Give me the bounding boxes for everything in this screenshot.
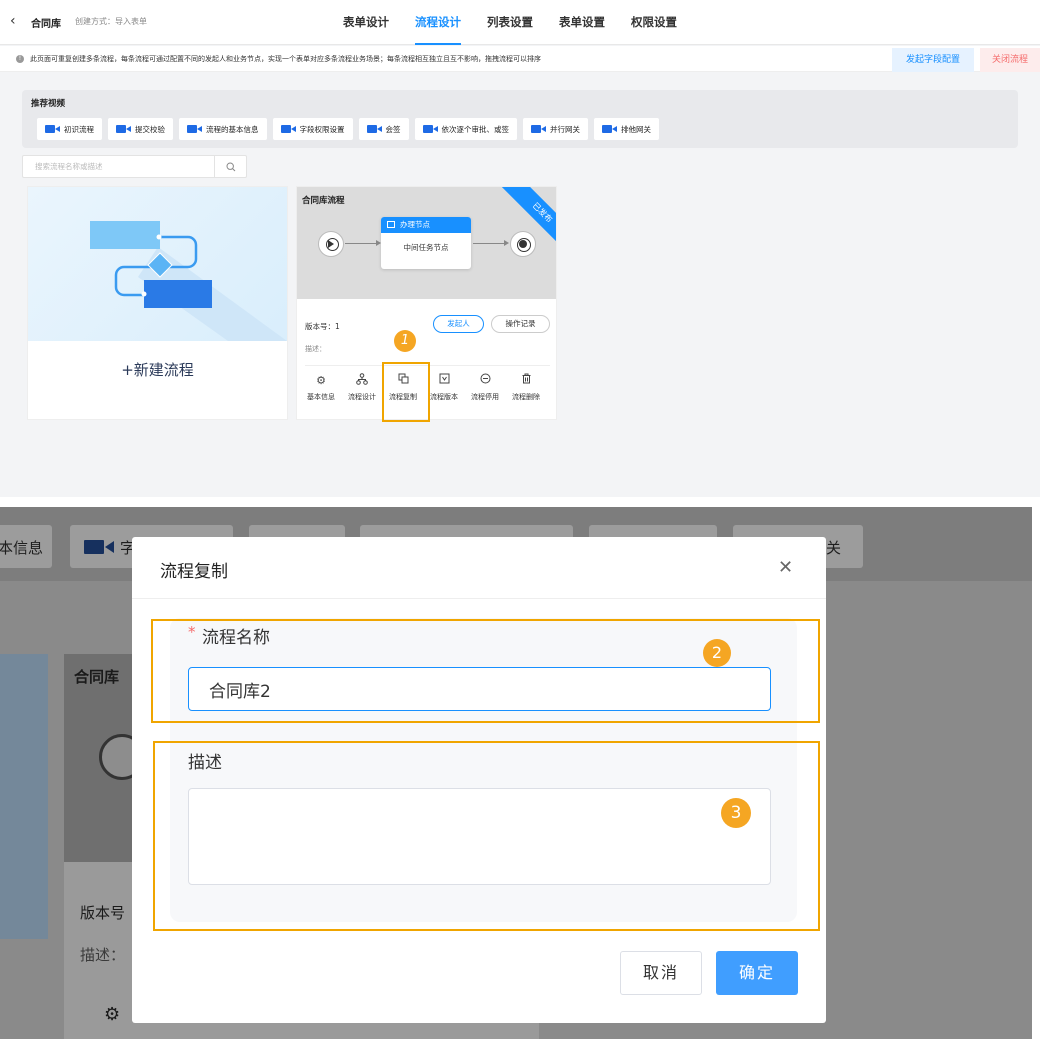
creation-method: 创建方式：导入表单 — [75, 17, 147, 26]
video-camera-icon — [45, 125, 60, 133]
annotation-box-description — [153, 741, 820, 931]
tab-bar: 表单设计 流程设计 列表设置 表单设置 权限设置 — [330, 0, 690, 45]
gear-icon: ⚙ — [104, 1004, 121, 1025]
video-camera-icon — [116, 125, 131, 133]
app-name: 合同库 — [31, 19, 61, 30]
dialog-title: 流程复制 — [160, 562, 228, 582]
divider — [132, 598, 826, 599]
flow-title: 合同库流程 — [302, 196, 345, 206]
annotation-badge-3: 3 — [721, 798, 751, 828]
action-label: 基本信息 — [307, 393, 335, 401]
task-node-body: 中间任务节点 — [403, 243, 449, 252]
video-label: 并行网关 — [550, 124, 580, 134]
tab-permission-settings[interactable]: 权限设置 — [618, 0, 690, 45]
video-list: 初识流程 提交校验 流程的基本信息 字段权限设置 会签 依次逐个审批、或签 并行… — [37, 118, 659, 140]
action-label: 流程版本 — [430, 393, 458, 401]
annotation-badge-2: 2 — [703, 639, 731, 667]
recommended-videos: 推荐视频 初识流程 提交校验 流程的基本信息 字段权限设置 会签 依次逐个审批、… — [22, 90, 1018, 148]
video-chip[interactable]: 流程的基本信息 — [179, 118, 267, 140]
search-icon[interactable] — [214, 156, 246, 177]
action-label: 流程设计 — [348, 393, 376, 401]
info-icon: ! — [16, 55, 24, 63]
video-camera-icon — [366, 125, 382, 133]
video-label: 字段权限设置 — [299, 124, 345, 134]
bg-chip-text: 本信息 — [0, 539, 44, 557]
video-label: 依次逐个审批、或签 — [441, 124, 510, 134]
action-basic-info[interactable]: ⚙ 基本信息 — [301, 373, 341, 402]
top-header: ‹ 合同库 创建方式：导入表单 表单设计 流程设计 列表设置 表单设置 权限设置 — [0, 0, 1040, 45]
chevron-left-icon[interactable]: ‹ — [10, 13, 16, 29]
tab-process-design[interactable]: 流程设计 — [402, 0, 474, 45]
flow-search — [22, 155, 247, 178]
cancel-button[interactable]: 取消 — [620, 951, 702, 995]
connector-line — [473, 243, 507, 244]
video-camera-icon — [280, 125, 296, 133]
version-icon — [424, 373, 464, 389]
video-label: 排他网关 — [621, 124, 651, 134]
annotation-box-copy — [382, 362, 430, 422]
bg-new-flow-card — [0, 654, 48, 939]
process-design-page: ‹ 合同库 创建方式：导入表单 表单设计 流程设计 列表设置 表单设置 权限设置… — [0, 0, 1040, 497]
video-chip[interactable]: 初识流程 — [37, 118, 102, 140]
video-label: 会签 — [385, 124, 401, 134]
new-flow-illustration — [28, 187, 287, 341]
video-camera-icon — [531, 125, 546, 133]
videos-title: 推荐视频 — [31, 99, 66, 109]
video-label: 流程的基本信息 — [206, 124, 259, 134]
flow-description: 描述： — [305, 345, 326, 353]
search-input[interactable] — [23, 156, 213, 177]
video-chip[interactable]: 排他网关 — [594, 118, 659, 140]
tab-form-settings[interactable]: 表单设置 — [546, 0, 618, 45]
action-flow-design[interactable]: 流程设计 — [342, 373, 382, 402]
annotation-badge-1: 1 — [394, 330, 416, 352]
new-flow-label: +新建流程 — [121, 361, 194, 379]
action-label: 流程停用 — [471, 393, 499, 401]
bg-description: 描述： — [80, 946, 126, 964]
close-flow-button[interactable]: 关闭流程 — [980, 48, 1040, 72]
flow-version: 版本号：1 — [305, 322, 340, 331]
bg-card-title: 合同库 — [74, 668, 120, 686]
action-flow-disable[interactable]: 流程停用 — [465, 373, 505, 402]
video-camera-icon — [84, 539, 114, 555]
end-dot-icon — [519, 240, 527, 248]
node-type-icon — [387, 221, 395, 228]
close-icon[interactable]: ✕ — [778, 557, 793, 578]
trash-icon — [506, 373, 546, 389]
task-node-header: 办理节点 — [381, 217, 471, 233]
connector-line — [345, 243, 379, 244]
video-label: 初识流程 — [64, 124, 94, 134]
tab-list-settings[interactable]: 列表设置 — [474, 0, 546, 45]
tab-form-design[interactable]: 表单设计 — [330, 0, 402, 45]
disable-icon — [465, 373, 505, 389]
operation-log-button[interactable]: 操作记录 — [491, 315, 550, 333]
task-node: 办理节点 中间任务节点 — [381, 217, 471, 269]
flow-preview[interactable]: 合同库流程 已发布 办理节点 中间任务节点 — [297, 187, 556, 299]
video-camera-icon — [422, 125, 438, 133]
bg-version: 版本号 — [80, 904, 126, 922]
video-label: 提交校验 — [135, 124, 165, 134]
gear-icon: ⚙ — [316, 374, 326, 387]
video-chip[interactable]: 并行网关 — [523, 118, 588, 140]
tip-bar: ! 此页面可重复创建多条流程，每条流程可通过配置不同的发起人和业务节点，实现一个… — [0, 46, 1040, 72]
video-chip[interactable]: 依次逐个审批、或签 — [414, 118, 517, 140]
play-icon — [328, 240, 334, 248]
bg-chip-text: 关 — [826, 539, 842, 557]
task-node-title: 办理节点 — [400, 220, 430, 229]
video-chip[interactable]: 提交校验 — [108, 118, 173, 140]
video-camera-icon — [602, 125, 617, 133]
flowchart-icon — [342, 373, 382, 389]
starter-button[interactable]: 发起人 — [433, 315, 484, 333]
tip-text: 此页面可重复创建多条流程，每条流程可通过配置不同的发起人和业务节点，实现一个表单… — [30, 55, 541, 63]
annotation-box-name — [151, 619, 820, 723]
arrow-icon — [504, 240, 509, 246]
video-chip[interactable]: 会签 — [358, 118, 409, 140]
video-chip[interactable]: 字段权限设置 — [272, 118, 353, 140]
action-label: 流程删除 — [512, 393, 540, 401]
confirm-button[interactable]: 确定 — [716, 951, 798, 995]
action-flow-delete[interactable]: 流程删除 — [506, 373, 546, 402]
new-flow-card[interactable]: +新建流程 — [27, 186, 288, 420]
action-flow-version[interactable]: 流程版本 — [424, 373, 464, 402]
field-config-button[interactable]: 发起字段配置 — [892, 48, 974, 72]
video-camera-icon — [187, 125, 202, 133]
